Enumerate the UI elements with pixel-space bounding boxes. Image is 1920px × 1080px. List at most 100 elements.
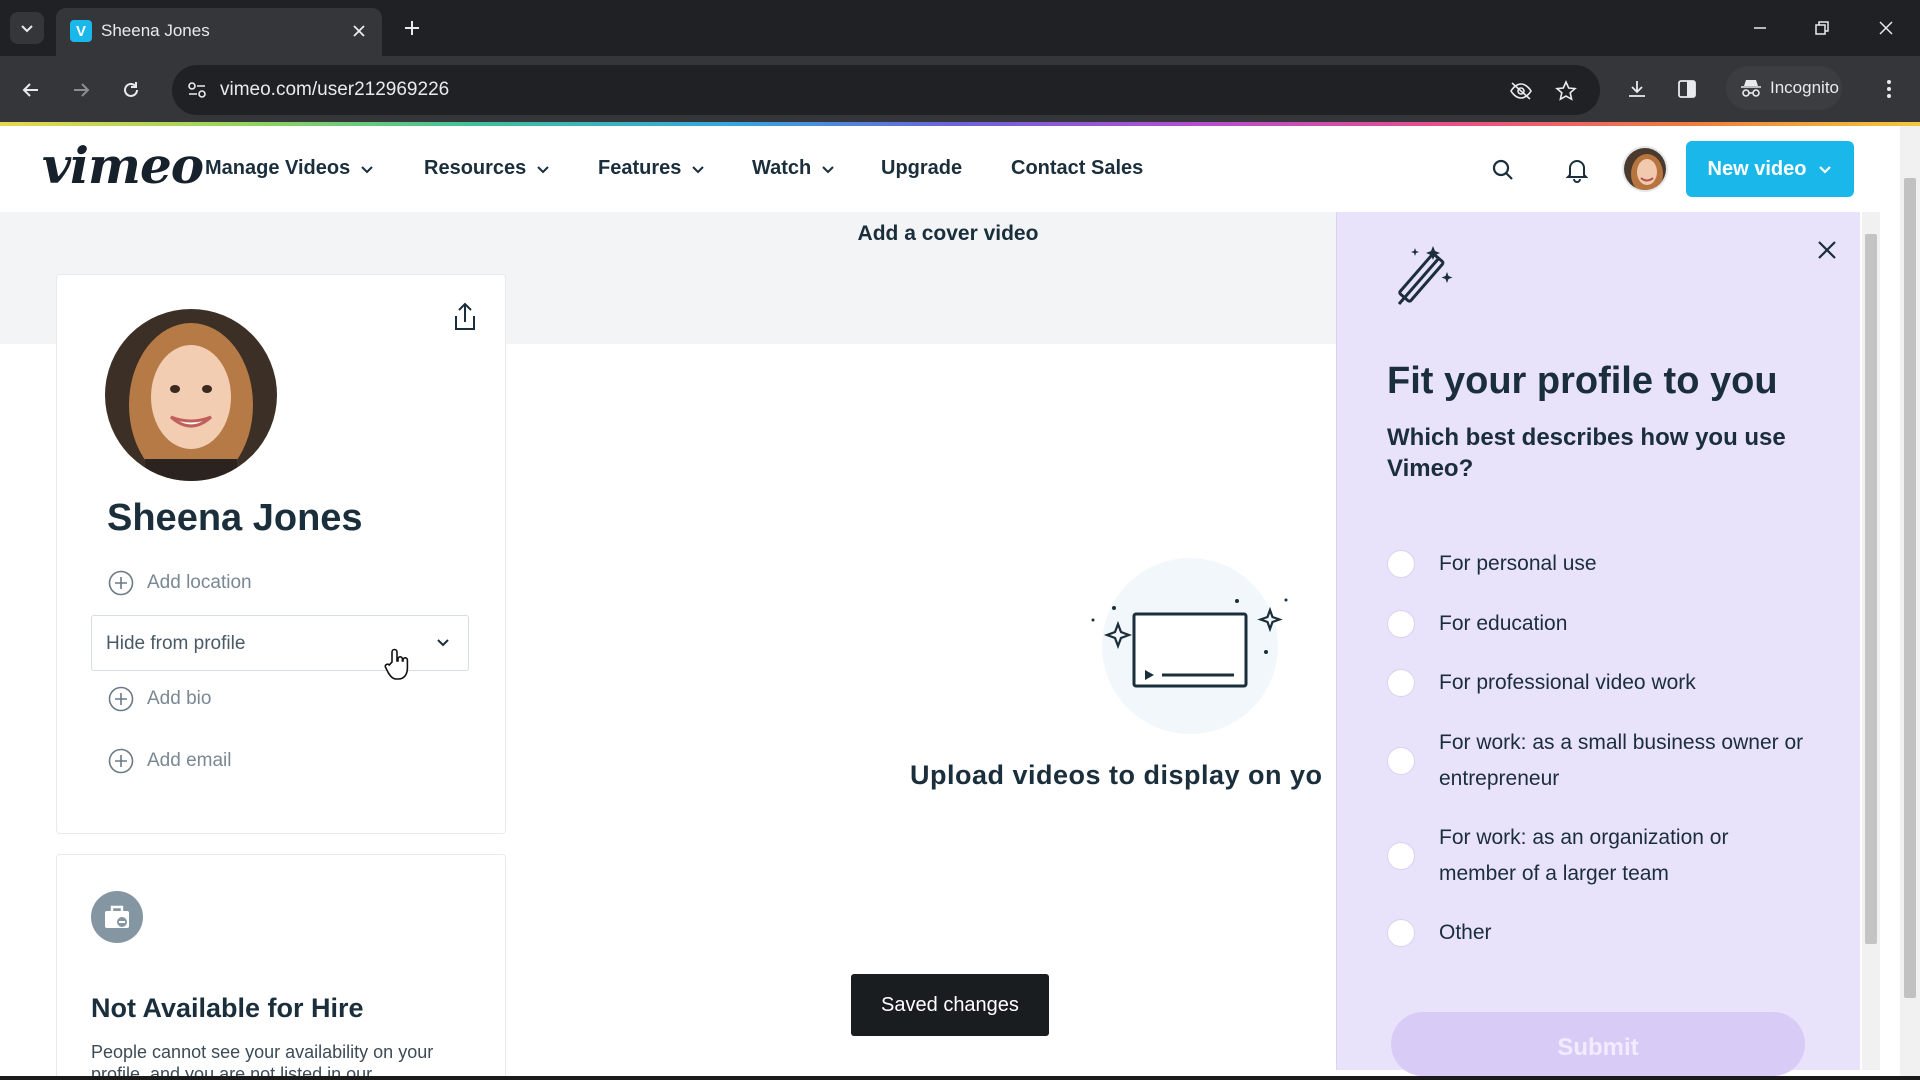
option-label: For professional video work — [1439, 671, 1696, 694]
option-professional-video-work[interactable]: For professional video work — [1387, 669, 1696, 697]
option-label: Other — [1439, 921, 1492, 944]
video-placeholder-illustration — [1091, 558, 1288, 734]
option-label: For work: as an organization or member o… — [1439, 826, 1729, 885]
scrollbar-thumb[interactable] — [1904, 178, 1916, 998]
profile-name[interactable]: Sheena Jones — [107, 497, 363, 540]
vimeo-logo[interactable]: vimeo — [42, 136, 204, 195]
page-scrollbar[interactable] — [1900, 126, 1920, 1080]
vimeo-header: vimeo Manage Videos Resources Features W… — [0, 126, 1880, 212]
hire-status-description: People cannot see your availability on y… — [91, 1042, 434, 1080]
radio-button[interactable] — [1387, 747, 1415, 775]
chevron-down-icon — [21, 25, 33, 33]
profile-avatar[interactable] — [105, 309, 277, 481]
user-avatar[interactable] — [1622, 146, 1668, 192]
tab-title: Sheena Jones — [101, 21, 210, 40]
hire-status-title: Not Available for Hire — [91, 993, 364, 1023]
notifications-bell-icon[interactable] — [1557, 150, 1597, 190]
share-icon[interactable] — [445, 297, 485, 337]
radio-button[interactable] — [1387, 919, 1415, 947]
nav-label: Upgrade — [881, 157, 963, 179]
tab-search-button[interactable] — [10, 12, 44, 44]
chevron-down-icon — [822, 165, 834, 173]
restore-icon[interactable] — [1802, 10, 1842, 46]
download-icon[interactable] — [1620, 72, 1654, 106]
nav-label: Contact Sales — [1011, 157, 1144, 179]
option-education[interactable]: For education — [1387, 610, 1567, 638]
browser-tab-active[interactable]: V Sheena Jones — [56, 8, 382, 56]
nav-upgrade[interactable]: Upgrade — [881, 157, 962, 180]
site-settings-icon[interactable] — [184, 78, 210, 102]
plus-circle-icon — [107, 569, 135, 597]
option-small-business[interactable]: For work: as a small business owner or e… — [1387, 731, 1803, 790]
window-bottom-edge — [0, 1076, 1920, 1080]
option-label: For work: as a small business owner or e… — [1439, 731, 1804, 790]
chevron-down-icon — [692, 165, 705, 173]
nav-label: Manage Videos — [205, 157, 351, 179]
eye-off-icon[interactable] — [1507, 77, 1535, 105]
add-email-button[interactable]: Add email — [107, 747, 232, 775]
location-visibility-select[interactable]: Hide from profile — [91, 615, 469, 671]
browser-tab-bar: V Sheena Jones — [0, 0, 1920, 56]
radio-button[interactable] — [1387, 550, 1415, 578]
option-other[interactable]: Other — [1387, 919, 1492, 947]
saved-changes-toast: Saved changes — [851, 974, 1049, 1036]
upload-prompt-text: Upload videos to display on yo — [910, 760, 1323, 790]
scrollbar-thumb[interactable] — [1865, 234, 1877, 944]
option-label: For personal use — [1439, 552, 1597, 575]
nav-contact-sales[interactable]: Contact Sales — [1011, 157, 1143, 180]
forward-arrow-icon[interactable] — [64, 73, 98, 107]
option-organization[interactable]: For work: as an organization or member o… — [1387, 826, 1728, 885]
add-email-label: Add email — [147, 750, 232, 771]
nav-resources[interactable]: Resources — [424, 157, 550, 180]
select-value: Hide from profile — [106, 633, 246, 654]
nav-label: Features — [598, 157, 682, 179]
incognito-label: Incognito — [1770, 78, 1839, 97]
nav-watch[interactable]: Watch — [752, 157, 835, 180]
address-bar[interactable]: vimeo.com/user212969226 — [172, 65, 1600, 115]
panel-scrollbar[interactable] — [1862, 212, 1880, 1070]
chevron-down-icon — [1819, 166, 1832, 174]
minimize-icon[interactable] — [1740, 10, 1780, 46]
chevron-down-icon — [437, 639, 449, 647]
profile-survey-panel: Fit your profile to you Which best descr… — [1336, 212, 1860, 1076]
chevron-down-icon — [537, 165, 549, 173]
search-icon[interactable] — [1483, 150, 1523, 190]
url-text[interactable]: vimeo.com/user212969226 — [220, 79, 449, 101]
add-location-label: Add location — [147, 572, 252, 593]
nav-manage-videos[interactable]: Manage Videos — [205, 157, 374, 180]
back-arrow-icon[interactable] — [14, 73, 48, 107]
plus-circle-icon — [107, 747, 135, 775]
nav-label: Resources — [424, 157, 527, 179]
incognito-badge[interactable]: Incognito — [1726, 66, 1842, 110]
new-video-label: New video — [1707, 157, 1807, 180]
bookmark-star-icon[interactable] — [1552, 77, 1580, 105]
radio-button[interactable] — [1387, 610, 1415, 638]
tab-close-icon[interactable] — [348, 20, 370, 42]
radio-button[interactable] — [1387, 669, 1415, 697]
briefcase-icon — [91, 891, 143, 943]
browser-menu-icon[interactable] — [1872, 72, 1906, 106]
radio-button[interactable] — [1387, 842, 1415, 870]
magic-wand-icon — [1397, 246, 1453, 305]
new-tab-plus-icon[interactable] — [398, 14, 426, 42]
hire-status-card: Not Available for Hire People cannot see… — [56, 854, 506, 1080]
add-bio-button[interactable]: Add bio — [107, 685, 211, 713]
option-personal-use[interactable]: For personal use — [1387, 550, 1597, 578]
hand-cursor-icon — [384, 648, 409, 680]
vimeo-favicon-icon: V — [70, 20, 92, 42]
nav-features[interactable]: Features — [598, 157, 705, 180]
new-video-button[interactable]: New video — [1686, 141, 1854, 197]
close-icon[interactable] — [1811, 234, 1843, 266]
option-label: For education — [1439, 612, 1568, 635]
side-panel-icon[interactable] — [1670, 72, 1704, 106]
submit-button[interactable]: Submit — [1391, 1012, 1805, 1076]
add-bio-label: Add bio — [147, 688, 212, 709]
add-location-button[interactable]: Add location — [107, 569, 252, 597]
panel-title: Fit your profile to you — [1387, 360, 1778, 402]
reload-icon[interactable] — [114, 73, 148, 107]
nav-label: Watch — [752, 157, 812, 179]
plus-circle-icon — [107, 685, 135, 713]
browser-toolbar: vimeo.com/user212969226 Incognito — [0, 56, 1920, 122]
profile-card: Sheena Jones Add location Hide from prof… — [56, 274, 506, 834]
window-close-icon[interactable] — [1866, 10, 1906, 46]
